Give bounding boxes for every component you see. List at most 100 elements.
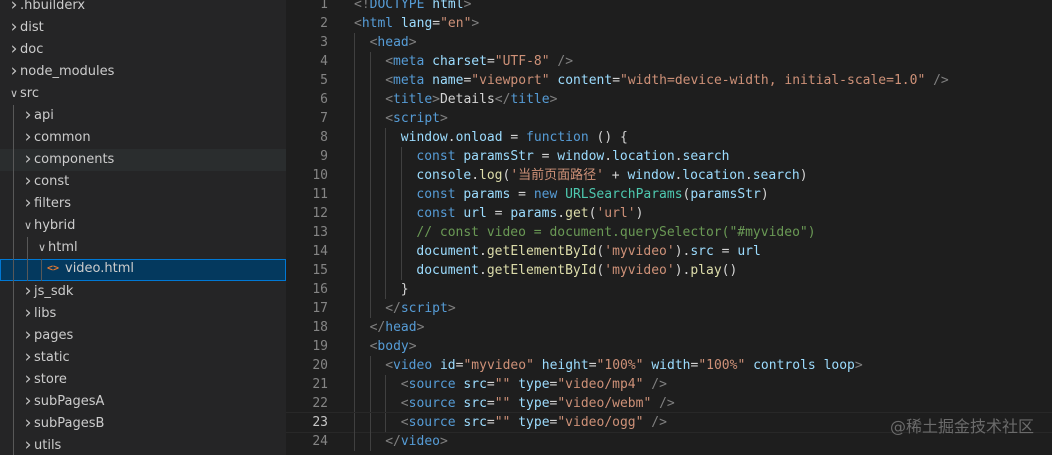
chevron-right-icon[interactable]: › xyxy=(22,149,34,171)
indent-guide xyxy=(354,394,355,413)
chevron-down-icon[interactable]: ∨ xyxy=(8,83,20,105)
chevron-right-icon[interactable]: › xyxy=(22,281,34,303)
code-token: paramsStr xyxy=(463,149,534,164)
tree-item-hybrid[interactable]: ∨ hybrid xyxy=(0,215,286,237)
tree-item-html[interactable]: ∨ html xyxy=(0,237,286,259)
indent-guide xyxy=(354,375,355,394)
tree-item-utils[interactable]: › utils xyxy=(0,435,286,455)
chevron-right-icon[interactable]: › xyxy=(8,39,20,61)
code-token: /> xyxy=(651,377,667,392)
code-line[interactable]: 21 <source src="" type="video/mp4" /> xyxy=(286,375,1052,394)
chevron-right-icon[interactable]: › xyxy=(22,391,34,413)
line-number: 24 xyxy=(312,434,328,449)
code-token: document xyxy=(416,263,480,278)
chevron-right-icon[interactable]: › xyxy=(22,303,34,325)
tree-item-label: html xyxy=(48,240,78,255)
tree-item-node-modules[interactable]: › node_modules xyxy=(0,61,286,83)
tree-item-src[interactable]: ∨ src xyxy=(0,83,286,105)
code-token: src xyxy=(463,415,487,430)
code-token: src xyxy=(463,396,487,411)
tree-item-common[interactable]: › common xyxy=(0,127,286,149)
code-line[interactable]: 2 <html lang="en"> xyxy=(286,14,1052,33)
tree-item-subpagesa[interactable]: › subPagesA xyxy=(0,391,286,413)
code-line[interactable]: 4 <meta charset="UTF-8" /> xyxy=(286,52,1052,71)
code-token: script xyxy=(393,111,440,126)
tree-item-components[interactable]: › components xyxy=(0,149,286,171)
chevron-right-icon[interactable]: › xyxy=(8,61,20,83)
code-line[interactable]: 15 document.getElementById('myvideo').pla… xyxy=(286,261,1052,280)
tree-item-dist[interactable]: › dist xyxy=(0,17,286,39)
code-line[interactable]: 19 <body> xyxy=(286,337,1052,356)
chevron-right-icon[interactable]: › xyxy=(22,413,34,435)
code-line[interactable]: 22 <source src="" type="video/webm" /> xyxy=(286,394,1052,413)
indent-guide xyxy=(385,261,387,280)
tree-item-label: components xyxy=(34,152,115,167)
tree-item-video-html[interactable]: <> video.html xyxy=(0,259,286,281)
chevron-right-icon[interactable]: › xyxy=(22,127,34,149)
code-line[interactable]: 18 </head> xyxy=(286,318,1052,337)
code-line[interactable]: 9 const paramsStr = window.location.searc… xyxy=(286,147,1052,166)
tree-item-api[interactable]: › api xyxy=(0,105,286,127)
code-line[interactable]: 5 <meta name="viewport" content="width=de… xyxy=(286,71,1052,90)
indent-guide xyxy=(369,375,371,394)
tree-item-label: src xyxy=(20,86,39,101)
code-token: </ xyxy=(385,301,401,316)
chevron-right-icon[interactable]: › xyxy=(22,171,34,193)
code-token: < xyxy=(400,396,409,411)
chevron-right-icon[interactable]: › xyxy=(22,369,34,391)
code-token: < xyxy=(385,73,394,88)
code-editor[interactable]: 1 <!DOCTYPE html> 2 <html lang="en"> 3 <head>… xyxy=(286,0,1052,455)
code-token: getElementById xyxy=(486,263,597,278)
indent-guide xyxy=(369,128,371,147)
code-line[interactable]: 13 // const video = document.querySelecto… xyxy=(286,223,1052,242)
tree-item-libs[interactable]: › libs xyxy=(0,303,286,325)
chevron-right-icon[interactable]: › xyxy=(8,17,20,39)
code-token: . xyxy=(674,149,683,164)
tree-item-subpagesb[interactable]: › subPagesB xyxy=(0,413,286,435)
tree-item-store[interactable]: › store xyxy=(0,369,286,391)
code-token: = xyxy=(486,396,495,411)
chevron-down-icon[interactable]: ∨ xyxy=(36,237,48,259)
code-token: < xyxy=(385,358,394,373)
chevron-down-icon[interactable]: ∨ xyxy=(22,215,34,237)
line-number: 2 xyxy=(320,16,328,31)
code-line[interactable]: 11 const params = new URLSearchParams(par… xyxy=(286,185,1052,204)
code-line[interactable]: 16} xyxy=(286,280,1052,299)
chevron-right-icon[interactable]: › xyxy=(22,105,34,127)
code-text: document.getElementById('myvideo').src =… xyxy=(416,242,760,261)
code-line[interactable]: 17 </script> xyxy=(286,299,1052,318)
code-token: src xyxy=(463,377,487,392)
tree-item-hbuilderx[interactable]: › .hbuilderx xyxy=(0,0,286,17)
code-line[interactable]: 6 <title>Details</title> xyxy=(286,90,1052,109)
code-line[interactable]: 8 window.onload = function () { xyxy=(286,128,1052,147)
tree-item-label: node_modules xyxy=(20,64,115,79)
chevron-right-icon[interactable]: › xyxy=(22,347,34,369)
tree-item-const[interactable]: › const xyxy=(0,171,286,193)
tree-item-doc[interactable]: › doc xyxy=(0,39,286,61)
code-line[interactable]: 3 <head> xyxy=(286,33,1052,52)
code-token: '当前页面路径' xyxy=(510,168,604,183)
chevron-right-icon[interactable]: › xyxy=(8,0,20,17)
code-token: video xyxy=(400,434,440,449)
chevron-right-icon[interactable]: › xyxy=(22,325,34,347)
chevron-right-icon[interactable]: › xyxy=(22,193,34,215)
code-line[interactable]: 10 console.log('当前页面路径' + window.location… xyxy=(286,166,1052,185)
code-line[interactable]: 20 <video id="myvideo" height="100%" widt… xyxy=(286,356,1052,375)
code-token: play xyxy=(690,263,722,278)
tree-item-filters[interactable]: › filters xyxy=(0,193,286,215)
indent-guide xyxy=(385,147,387,166)
tree-item-js-sdk[interactable]: › js_sdk xyxy=(0,281,286,303)
code-token: ) xyxy=(635,206,644,221)
tree-item-static[interactable]: › static xyxy=(0,347,286,369)
tree-item-pages[interactable]: › pages xyxy=(0,325,286,347)
indent-guide xyxy=(369,223,371,242)
code-line[interactable]: 14 document.getElementById('myvideo').src… xyxy=(286,242,1052,261)
code-line[interactable]: 7 <script> xyxy=(286,109,1052,128)
indent-guide xyxy=(385,204,387,223)
code-line[interactable]: 12 const url = params.get('url') xyxy=(286,204,1052,223)
line-number: 10 xyxy=(312,168,328,183)
chevron-right-icon[interactable]: › xyxy=(22,435,34,455)
tree-item-label: utils xyxy=(34,438,62,453)
code-line[interactable]: 1 <!DOCTYPE html> xyxy=(286,0,1052,14)
